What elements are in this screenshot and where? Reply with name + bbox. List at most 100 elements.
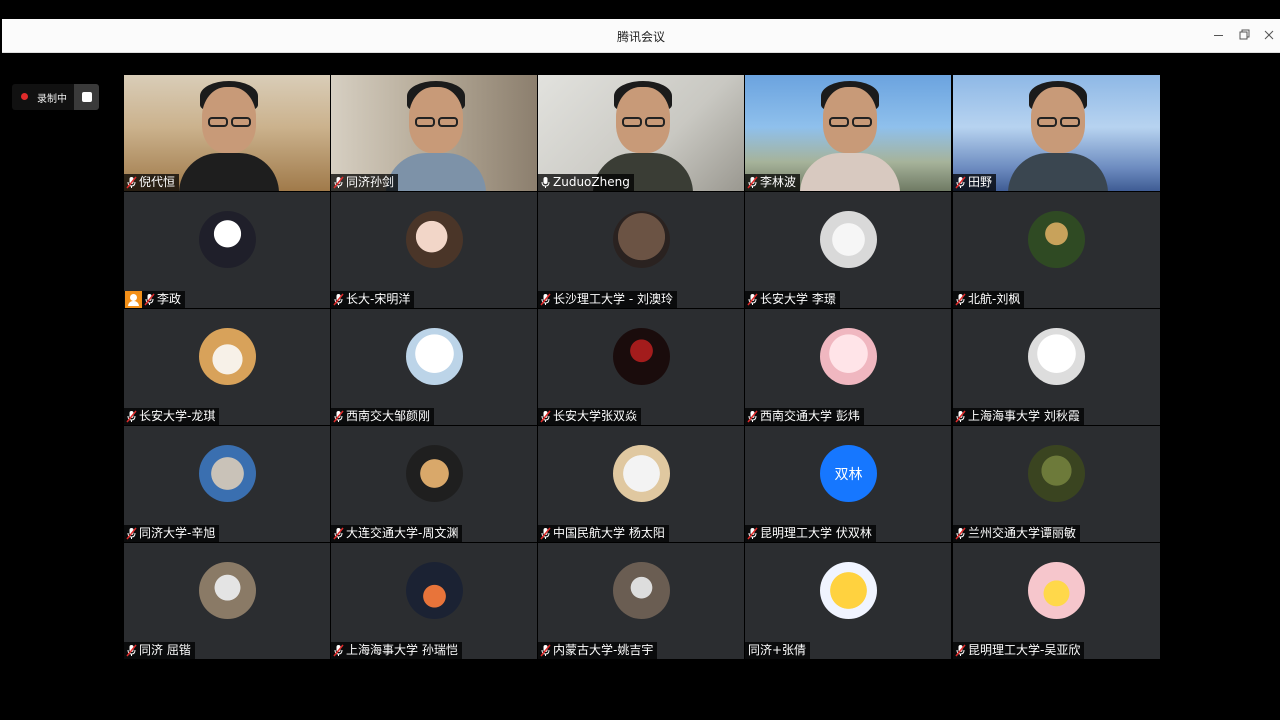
participant-tile[interactable]: 北航-刘枫	[953, 192, 1160, 308]
mic-muted-icon	[746, 293, 759, 306]
participant-nametag: 长安大学-龙琪	[124, 408, 220, 425]
participant-tile[interactable]: 李政	[124, 192, 330, 308]
avatar	[199, 562, 256, 619]
participant-tile[interactable]: 李林波	[745, 75, 951, 191]
avatar	[199, 328, 256, 385]
participant-tile[interactable]: 双林昆明理工大学 伏双林	[745, 426, 951, 542]
participant-nametag: 西南交大邹颜刚	[331, 408, 435, 425]
participant-name: 北航-刘枫	[968, 292, 1021, 306]
participant-tile[interactable]: 上海海事大学 孙瑞恺	[331, 543, 537, 659]
mic-muted-icon	[332, 527, 345, 540]
participant-nametag: 长大-宋明洋	[331, 291, 415, 308]
participant-nametag: 上海海事大学 刘秋霞	[953, 408, 1084, 425]
avatar	[1028, 562, 1085, 619]
participant-name: 上海海事大学 刘秋霞	[968, 409, 1080, 423]
mic-muted-icon	[332, 410, 345, 423]
participant-name: 兰州交通大学谭丽敏	[968, 526, 1077, 540]
mic-muted-icon	[954, 527, 967, 540]
participant-nametag: 上海海事大学 孙瑞恺	[331, 642, 462, 659]
participant-tile[interactable]: 倪代恒	[124, 75, 330, 191]
participant-name: 同济大学-辛旭	[139, 526, 216, 540]
participant-name: 长大-宋明洋	[346, 292, 411, 306]
mic-muted-icon	[954, 293, 967, 306]
participant-name: 倪代恒	[139, 175, 176, 189]
avatar: 双林	[820, 445, 877, 502]
mic-muted-icon	[954, 176, 967, 189]
minimize-icon[interactable]	[1211, 27, 1227, 43]
avatar	[820, 211, 877, 268]
title-bar: 腾讯会议	[2, 19, 1280, 53]
avatar	[613, 328, 670, 385]
avatar	[199, 445, 256, 502]
participant-tile[interactable]: 中国民航大学 杨太阳	[538, 426, 744, 542]
participant-nametag: 同济孙剑	[331, 174, 399, 191]
participant-nametag: 李林波	[745, 174, 801, 191]
participant-tile[interactable]: 上海海事大学 刘秋霞	[953, 309, 1160, 425]
avatar	[613, 562, 670, 619]
participant-tile[interactable]: 长大-宋明洋	[331, 192, 537, 308]
participant-name: 长安大学 李璟	[760, 292, 836, 306]
participant-tile[interactable]: 内蒙古大学-姚吉宇	[538, 543, 744, 659]
recording-dot-icon	[21, 93, 28, 100]
participant-name: 同济+张倩	[748, 643, 807, 657]
participant-tile[interactable]: 田野	[953, 75, 1160, 191]
stop-recording-button[interactable]	[74, 84, 99, 110]
participant-grid: 倪代恒 同济孙剑 ZuduoZheng 李林波 田野李政 长大-宋明洋 长沙理工大学 - 刘…	[124, 75, 1160, 660]
participant-name: 李政	[157, 292, 182, 306]
host-user-icon	[125, 291, 142, 308]
participant-nametag: 兰州交通大学谭丽敏	[953, 525, 1081, 542]
participant-tile[interactable]: 同济+张倩	[745, 543, 951, 659]
mic-muted-icon	[954, 644, 967, 657]
mic-muted-icon	[125, 644, 138, 657]
participant-tile[interactable]: 西南交大邹颜刚	[331, 309, 537, 425]
participant-name: 中国民航大学 杨太阳	[553, 526, 665, 540]
participant-tile[interactable]: 长安大学 李璟	[745, 192, 951, 308]
participant-tile[interactable]: ZuduoZheng	[538, 75, 744, 191]
participant-nametag: 同济 屈锴	[124, 642, 195, 659]
avatar	[406, 328, 463, 385]
avatar	[406, 562, 463, 619]
participant-tile[interactable]: 西南交通大学 彭炜	[745, 309, 951, 425]
participant-name: 长沙理工大学 - 刘澳玲	[553, 292, 673, 306]
avatar	[1028, 328, 1085, 385]
mic-muted-icon	[143, 293, 156, 306]
participant-nametag: 倪代恒	[124, 174, 180, 191]
participant-name: 长安大学-龙琪	[139, 409, 216, 423]
mic-muted-icon	[746, 176, 759, 189]
participant-nametag: 北航-刘枫	[953, 291, 1025, 308]
participant-tile[interactable]: 同济孙剑	[331, 75, 537, 191]
mic-muted-icon	[125, 410, 138, 423]
participant-nametag: 长沙理工大学 - 刘澳玲	[538, 291, 677, 308]
participant-name: 长安大学张双焱	[553, 409, 638, 423]
mic-muted-icon	[539, 293, 552, 306]
avatar	[1028, 445, 1085, 502]
restore-icon[interactable]	[1236, 27, 1252, 43]
mic-muted-icon	[746, 410, 759, 423]
participant-tile[interactable]: 同济 屈锴	[124, 543, 330, 659]
mic-muted-icon	[332, 176, 345, 189]
participant-tile[interactable]: 长沙理工大学 - 刘澳玲	[538, 192, 744, 308]
participant-tile[interactable]: 大连交通大学-周文渊	[331, 426, 537, 542]
participant-tile[interactable]: 同济大学-辛旭	[124, 426, 330, 542]
avatar	[199, 211, 256, 268]
avatar	[820, 562, 877, 619]
participant-nametag: 昆明理工大学 伏双林	[745, 525, 876, 542]
participant-tile[interactable]: 昆明理工大学-吴亚欣	[953, 543, 1160, 659]
participant-nametag: 内蒙古大学-姚吉宇	[538, 642, 658, 659]
mic-muted-icon	[539, 410, 552, 423]
participant-nametag: 长安大学 李璟	[745, 291, 840, 308]
participant-name: 同济孙剑	[346, 175, 395, 189]
avatar	[820, 328, 877, 385]
avatar	[406, 211, 463, 268]
participant-tile[interactable]: 长安大学张双焱	[538, 309, 744, 425]
avatar	[613, 445, 670, 502]
recording-label: 录制中	[37, 94, 67, 105]
close-icon[interactable]	[1261, 27, 1277, 43]
participant-tile[interactable]: 长安大学-龙琪	[124, 309, 330, 425]
window-title: 腾讯会议	[616, 30, 665, 44]
participant-tile[interactable]: 兰州交通大学谭丽敏	[953, 426, 1160, 542]
mic-muted-icon	[125, 527, 138, 540]
participant-name: 昆明理工大学 伏双林	[760, 526, 872, 540]
participant-name: ZuduoZheng	[553, 175, 630, 189]
mic-muted-icon	[539, 527, 552, 540]
